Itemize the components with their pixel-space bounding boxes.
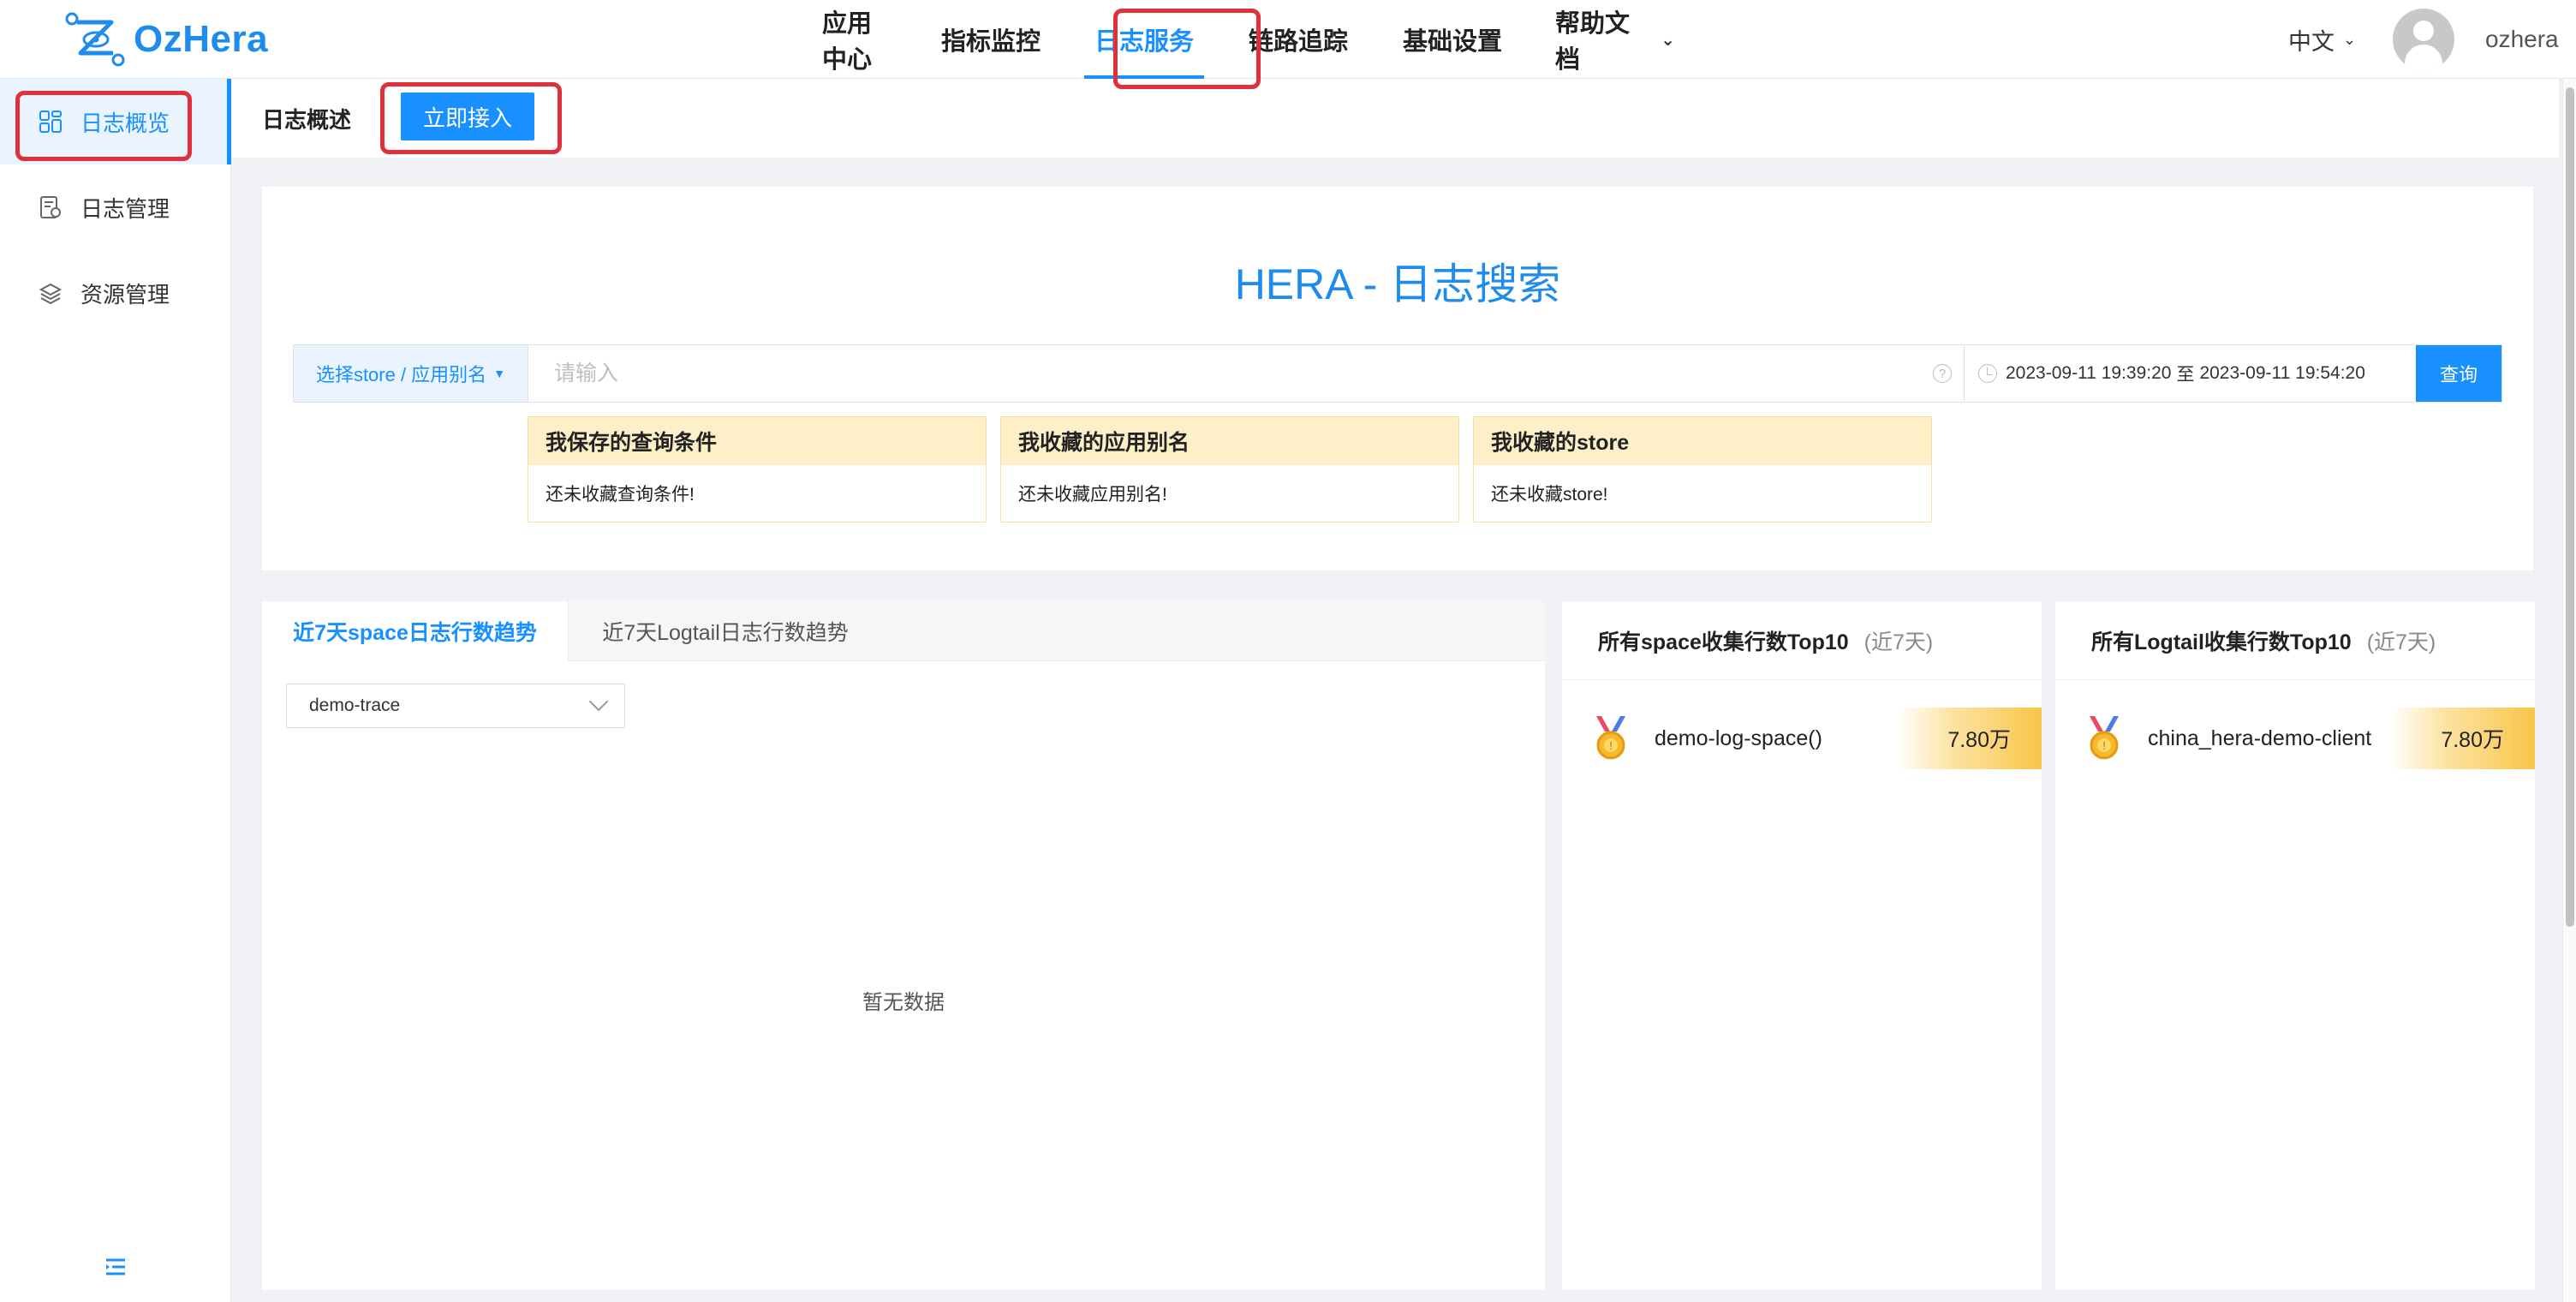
saved-queries-box: 我保存的查询条件 还未收藏查询条件! [528, 416, 987, 523]
date-separator: 至 [2176, 365, 2195, 385]
favorite-stores-box: 我收藏的store 还未收藏store! [1473, 416, 1932, 523]
favorite-stores-title: 我收藏的store [1474, 417, 1931, 465]
store-select[interactable]: 选择store / 应用别名 ▼ [294, 345, 528, 402]
top10-logtail-header: 所有Logtail收集行数Top10 (近7天) [2055, 601, 2535, 680]
saved-queries-empty: 还未收藏查询条件! [546, 485, 695, 505]
svg-text:!: ! [1609, 740, 1613, 752]
favorite-apps-title: 我收藏的应用别名 [1001, 417, 1458, 465]
question-icon[interactable]: ? [1933, 364, 1952, 383]
user-avatar[interactable] [2393, 9, 2454, 70]
search-bar: 选择store / 应用别名 ▼ ? 2023-09-11 19:39:20 至… [293, 344, 2502, 403]
tab-space-trend[interactable]: 近7天space日志行数趋势 [262, 601, 569, 661]
favorite-apps-empty: 还未收藏应用别名! [1018, 485, 1167, 505]
chevron-down-icon: ⌄ [2343, 30, 2357, 48]
nav-metrics[interactable]: 指标监控 [915, 0, 1067, 79]
svg-text:!: ! [2102, 740, 2107, 752]
search-input[interactable] [528, 345, 1964, 402]
tab-logtail-trend[interactable]: 近7天Logtail日志行数趋势 [569, 601, 882, 661]
highlight-sidebar-log-overview [15, 91, 192, 161]
highlight-nav-log-service [1113, 9, 1261, 89]
date-start: 2023-09-11 19:39:20 [2006, 363, 2172, 383]
nav-label: 链路追踪 [1248, 28, 1348, 56]
language-label: 中文 [2288, 28, 2334, 55]
menu-fold-icon[interactable] [101, 1254, 130, 1280]
sidebar-item-label: 资源管理 [80, 281, 170, 308]
top10-logtail-panel: 所有Logtail收集行数Top10 (近7天) ! china_hera-de… [2055, 601, 2535, 1290]
nav-app-center[interactable]: 应用中心 [796, 0, 915, 79]
nav-label: 指标监控 [940, 28, 1041, 56]
breadcrumb: 日志概述 [262, 106, 352, 133]
avatar-body-shape [2405, 45, 2442, 70]
scrollbar-thumb[interactable] [2566, 87, 2574, 927]
page-subheader: 日志概述 立即接入 [231, 79, 2559, 158]
saved-queries-title: 我保存的查询条件 [528, 417, 986, 465]
top10-logtail-title: 所有Logtail收集行数Top10 [2091, 630, 2352, 654]
sidebar: 日志概览 日志管理 资源管理 [0, 79, 231, 1302]
date-end: 2023-09-11 19:54:20 [2199, 363, 2365, 383]
favorite-stores-empty: 还未收藏store! [1491, 485, 1608, 505]
gold-medal-icon: ! [1596, 716, 1625, 760]
space-select[interactable]: demo-trace [286, 684, 625, 728]
ozhera-logo-icon [65, 12, 125, 67]
top10-space-header: 所有space收集行数Top10 (近7天) [1562, 601, 2042, 680]
sidebar-item-label: 日志管理 [80, 195, 170, 222]
rank-name: china_hera-demo-client [2148, 726, 2372, 750]
resource-icon [38, 280, 63, 306]
brand-name: OzHera [134, 18, 269, 60]
nav-label: 帮助文档 [1555, 10, 1631, 74]
nav-label: 应用中心 [822, 10, 873, 74]
sidebar-item-log-management[interactable]: 日志管理 [0, 164, 231, 250]
nav-help-docs[interactable]: 帮助文档 ⌄ [1530, 0, 1701, 79]
highlight-access-button [380, 82, 562, 154]
caret-down-icon: ▼ [493, 367, 506, 380]
rank-value: 7.80万 [2389, 708, 2535, 769]
period-label: (近7天) [2366, 630, 2436, 654]
chevron-down-icon [588, 691, 609, 712]
brand-logo[interactable]: OzHera [63, 10, 268, 69]
language-select[interactable]: 中文 ⌄ [2288, 0, 2356, 79]
empty-state-text: 暂无数据 [862, 991, 945, 1014]
chevron-down-icon: ⌄ [1661, 30, 1675, 50]
store-select-label: 选择store / 应用别名 [315, 364, 487, 385]
sidebar-item-resource-management[interactable]: 资源管理 [0, 250, 231, 336]
query-button[interactable]: 查询 [2416, 345, 2501, 402]
nav-label: 基础设置 [1402, 28, 1502, 56]
top10-space-panel: 所有space收集行数Top10 (近7天) ! demo-log-space(… [1562, 601, 2042, 1290]
rank-name: demo-log-space() [1655, 726, 1822, 750]
clock-icon [1978, 364, 1997, 383]
list-item[interactable]: ! china_hera-demo-client 7.80万 [2055, 708, 2535, 769]
top-navigation-bar: OzHera 应用中心 指标监控 日志服务 链路追踪 基础设置 帮助文档 ⌄ 中… [0, 0, 2576, 79]
date-range-picker[interactable]: 2023-09-11 19:39:20 至 2023-09-11 19:54:2… [1964, 345, 2416, 402]
search-title: HERA - 日志搜索 [1234, 260, 1561, 308]
space-select-value: demo-trace [309, 696, 401, 715]
trend-tabs: 近7天space日志行数趋势 近7天Logtail日志行数趋势 [262, 601, 1545, 661]
log-trend-panel: 近7天space日志行数趋势 近7天Logtail日志行数趋势 demo-tra… [262, 601, 1545, 1290]
top10-space-title: 所有space收集行数Top10 [1598, 630, 1849, 654]
log-search-panel: HERA - 日志搜索 选择store / 应用别名 ▼ ? 2023-09-1… [262, 187, 2533, 570]
page-scrollbar[interactable] [2562, 79, 2576, 1302]
gold-medal-icon: ! [2090, 716, 2119, 760]
nav-settings[interactable]: 基础设置 [1375, 0, 1530, 79]
avatar-head-shape [2413, 21, 2434, 41]
favorite-apps-box: 我收藏的应用别名 还未收藏应用别名! [1000, 416, 1459, 523]
list-item[interactable]: ! demo-log-space() 7.80万 [1562, 708, 2042, 769]
period-label: (近7天) [1863, 630, 1934, 654]
username[interactable]: ozhera [2485, 0, 2559, 79]
rank-value: 7.80万 [1896, 708, 2042, 769]
log-settings-icon [38, 194, 63, 220]
